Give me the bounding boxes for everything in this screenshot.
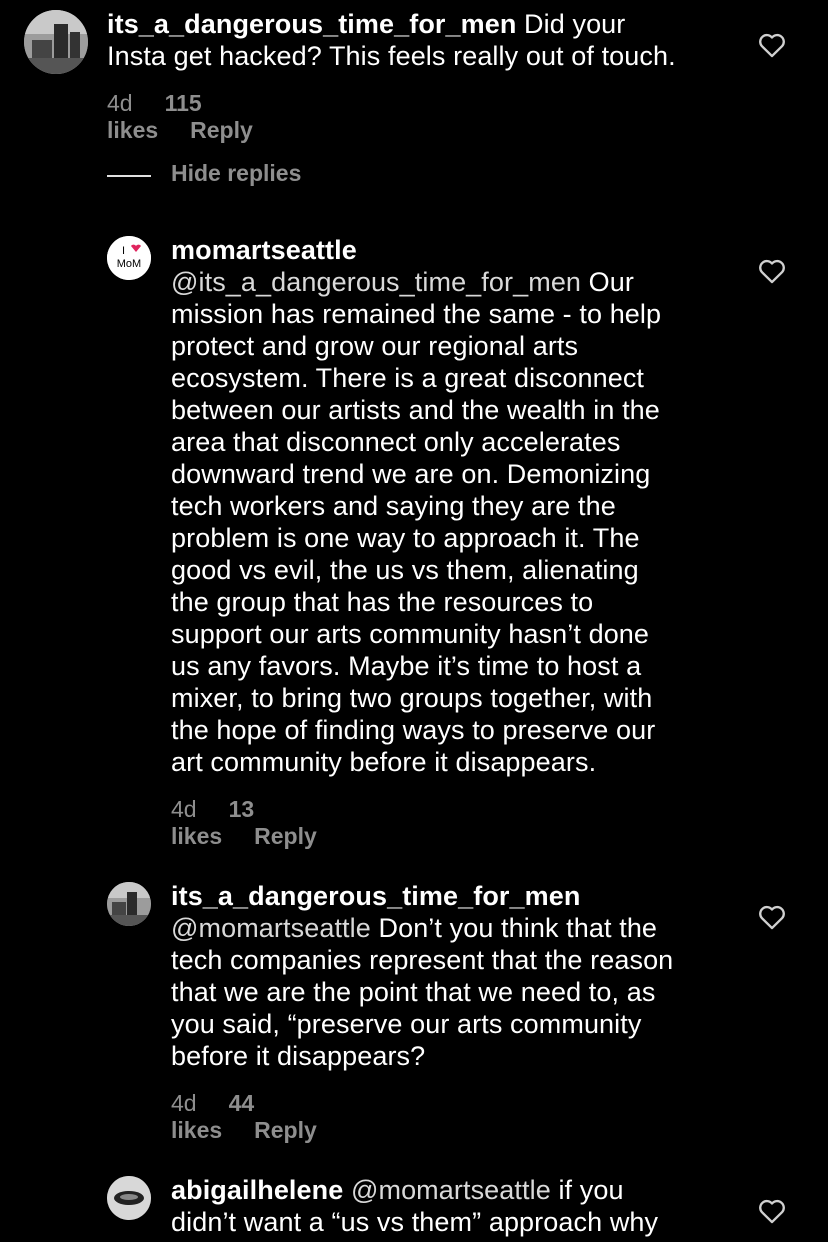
heart-icon[interactable] xyxy=(758,32,786,58)
heart-icon[interactable] xyxy=(758,258,786,284)
comment-meta: 4d 115 likes Reply xyxy=(107,90,285,144)
svg-text:MoM: MoM xyxy=(117,258,141,270)
heart-icon[interactable] xyxy=(758,904,786,930)
reply-button[interactable]: Reply xyxy=(254,823,317,849)
reply-button[interactable]: Reply xyxy=(190,117,253,143)
mention-link[interactable]: @momartseattle xyxy=(171,913,371,943)
timestamp: 4d xyxy=(171,796,197,822)
timestamp: 4d xyxy=(107,90,133,116)
comment-text: its_a_dangerous_time_for_men Did your In… xyxy=(107,8,747,72)
avatar[interactable] xyxy=(107,1176,151,1220)
heart-icon[interactable] xyxy=(758,1198,786,1224)
username[interactable]: abigailhelene xyxy=(171,1175,343,1205)
avatar[interactable] xyxy=(107,882,151,926)
comment-body: Our mission has remained the same - to h… xyxy=(171,267,662,777)
divider-line xyxy=(107,175,151,177)
comment-meta: 4d 44 likes Reply xyxy=(171,1090,349,1144)
comment-text: momartseattle @its_a_dangerous_time_for_… xyxy=(171,234,731,778)
avatar[interactable] xyxy=(24,10,88,74)
svg-text:I: I xyxy=(122,245,125,257)
reply-button[interactable]: Reply xyxy=(254,1117,317,1143)
username[interactable]: its_a_dangerous_time_for_men xyxy=(171,881,580,911)
comment-meta: 4d 13 likes Reply xyxy=(171,796,349,850)
avatar[interactable]: I MoM xyxy=(107,236,151,280)
username[interactable]: momartseattle xyxy=(171,235,357,265)
hide-replies-label[interactable]: Hide replies xyxy=(171,160,301,187)
mention-link[interactable]: @momartseattle xyxy=(351,1175,551,1205)
comment-text: its_a_dangerous_time_for_men @momartseat… xyxy=(171,880,731,1072)
username[interactable]: its_a_dangerous_time_for_men xyxy=(107,9,516,39)
timestamp: 4d xyxy=(171,1090,197,1116)
comment-text: abigailhelene @momartseattle if you didn… xyxy=(171,1174,731,1238)
mention-link[interactable]: @its_a_dangerous_time_for_men xyxy=(171,267,581,297)
